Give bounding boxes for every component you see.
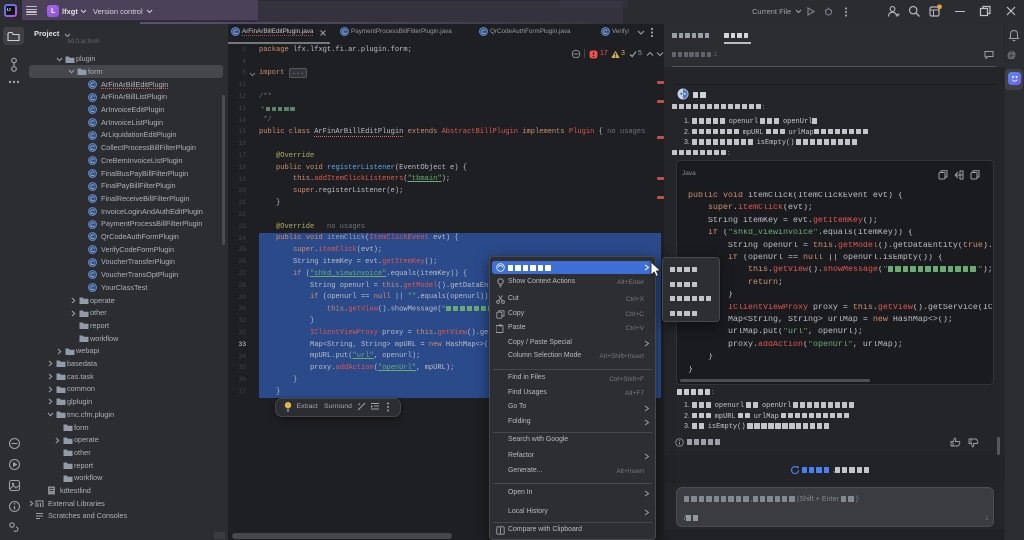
svg-text:C: C	[481, 29, 486, 36]
svg-text:C: C	[90, 221, 95, 228]
svg-text:C: C	[90, 132, 95, 139]
svg-text:C: C	[90, 272, 95, 279]
svg-text:C: C	[90, 234, 95, 241]
svg-text:C: C	[90, 285, 95, 292]
svg-text:C: C	[90, 259, 95, 266]
svg-text:C: C	[90, 145, 95, 152]
svg-text:C: C	[233, 29, 238, 36]
svg-text:C: C	[90, 120, 95, 127]
svg-text:C: C	[90, 82, 95, 89]
svg-text:C: C	[90, 158, 95, 165]
svg-text:C: C	[90, 209, 95, 216]
svg-text:C: C	[90, 247, 95, 254]
svg-text:C: C	[90, 183, 95, 190]
svg-text:C: C	[90, 171, 95, 178]
svg-text:C: C	[90, 94, 95, 101]
svg-text:C: C	[90, 107, 95, 114]
svg-text:C: C	[342, 29, 347, 36]
svg-text:C: C	[603, 29, 608, 36]
svg-text:C: C	[90, 196, 95, 203]
